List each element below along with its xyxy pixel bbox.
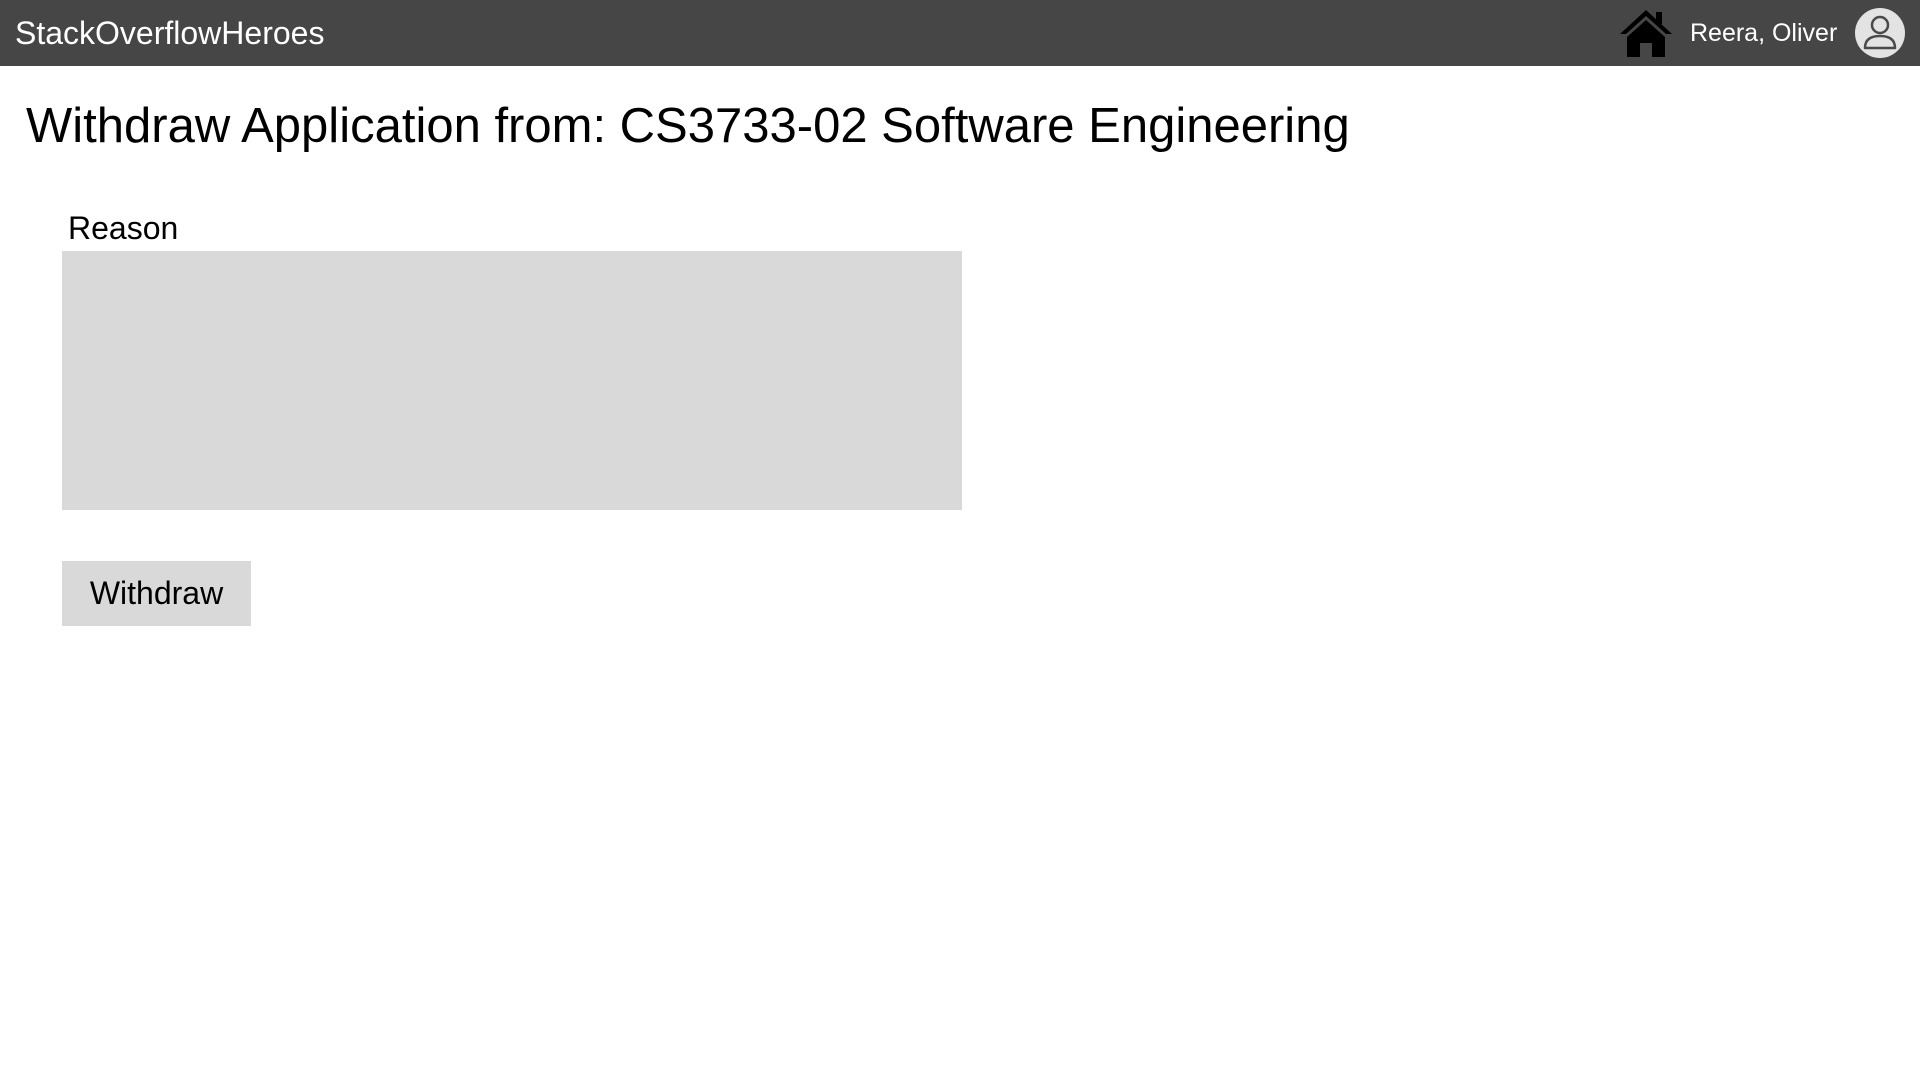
reason-textarea[interactable] (62, 251, 962, 510)
reason-label: Reason (68, 210, 179, 246)
top-navigation-bar: StackOverflowHeroes Reera, Oliver (0, 0, 1920, 66)
home-icon (1620, 10, 1672, 57)
page-title: Withdraw Application from: CS3733-02 Sof… (26, 99, 1350, 153)
withdraw-button[interactable]: Withdraw (62, 561, 251, 626)
home-button[interactable] (1618, 8, 1674, 58)
user-avatar-icon (1863, 15, 1897, 50)
current-user-name: Reera, Oliver (1690, 19, 1838, 47)
user-avatar-button[interactable] (1855, 8, 1905, 58)
app-brand-link[interactable]: StackOverflowHeroes (15, 0, 324, 66)
